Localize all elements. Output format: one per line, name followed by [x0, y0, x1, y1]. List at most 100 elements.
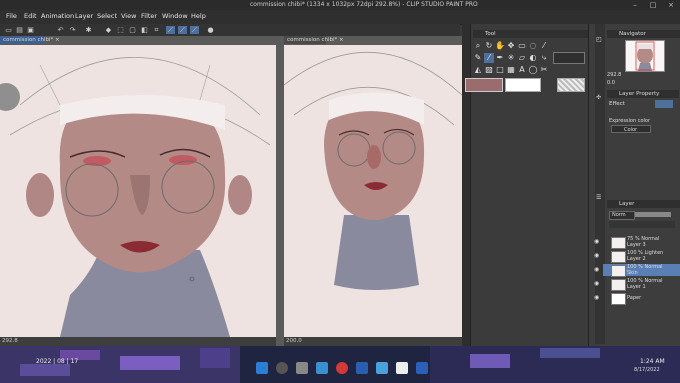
menu-edit[interactable]: Edit [24, 12, 37, 20]
close-button[interactable]: × [662, 0, 680, 10]
layer-name: Layer 1 [627, 284, 646, 290]
eye-icon[interactable]: ◉ [594, 266, 599, 273]
menu-animation[interactable]: Animation [41, 12, 74, 20]
layer-icon[interactable]: ☰ [596, 194, 601, 201]
zoom-tool-icon[interactable]: ⌕ [473, 41, 483, 51]
menu-file[interactable]: File [6, 12, 17, 20]
correct-line-tool-icon[interactable]: ⤷ [539, 53, 549, 63]
layer-thumbnail [611, 265, 626, 277]
layer-row[interactable]: ◉ 75 % Normal Layer 3 [594, 236, 680, 249]
figure-tool-icon[interactable]: □ [495, 65, 505, 75]
move-tool-icon[interactable]: ✥ [506, 41, 516, 51]
canvas-left[interactable] [0, 45, 276, 337]
navigator-icon[interactable]: ◰ [596, 36, 602, 43]
open-icon[interactable]: ▤ [15, 26, 24, 34]
fill-icon[interactable]: ◆ [104, 26, 113, 34]
clock-time[interactable]: 1:24 AM [640, 358, 665, 365]
browser-icon[interactable] [316, 362, 328, 374]
transform-icon[interactable]: ⬚ [116, 26, 125, 34]
hand-tool-icon[interactable]: ✋ [495, 41, 505, 51]
layer-name: Skin [627, 270, 638, 276]
menu-window[interactable]: Window [162, 12, 188, 20]
menu-help[interactable]: Help [191, 12, 206, 20]
menu-view[interactable]: View [121, 12, 136, 20]
layer-thumbnail [611, 251, 626, 263]
snap-grid-icon[interactable]: ⟋ [190, 26, 199, 34]
brush-tool-icon[interactable]: ⁄ [484, 53, 494, 63]
clip-studio-icon[interactable] [396, 362, 408, 374]
layer-row[interactable]: ◉ 100 % Lighten Layer 2 [594, 250, 680, 263]
menu-layer[interactable]: Layer [75, 12, 93, 20]
panel-collapse-strip[interactable] [462, 24, 470, 346]
lasso-tool-icon[interactable]: ◌ [528, 41, 538, 51]
redo-icon[interactable]: ↷ [68, 26, 77, 34]
undo-icon[interactable]: ↶ [56, 26, 65, 34]
blend-tool-icon[interactable]: ◐ [528, 53, 538, 63]
color-icon[interactable]: ● [206, 26, 215, 34]
tab-document-right[interactable]: commission chibi* × [284, 36, 344, 44]
main-color-swatch[interactable] [465, 78, 503, 92]
canvas-right[interactable] [284, 45, 462, 337]
maximize-button[interactable]: □ [644, 0, 662, 10]
zoom-readout[interactable]: 292.8 [2, 338, 18, 344]
eye-icon[interactable]: ◉ [594, 252, 599, 259]
transparent-color-swatch[interactable] [557, 78, 585, 92]
mail-icon[interactable] [376, 362, 388, 374]
text-tool-icon[interactable]: A [517, 65, 527, 75]
crop-icon[interactable]: ⌗ [152, 26, 161, 34]
layer-name: Layer 3 [627, 242, 646, 248]
save-icon[interactable]: ▣ [26, 26, 35, 34]
eye-icon[interactable]: ◉ [594, 280, 599, 287]
pen-tool-icon[interactable]: ✎ [473, 53, 483, 63]
layer-property-header: Layer Property [607, 90, 679, 98]
command-bar: ▭ ▤ ▣ ↶ ↷ ✱ ◆ ⬚ ▢ ◧ ⌗ ⟋ ⟋ ⟋ ● [0, 24, 460, 36]
expression-color-select[interactable]: Color [611, 125, 651, 133]
layer-thumbnail [611, 293, 626, 305]
snap-special-ruler-icon[interactable]: ⟋ [178, 26, 187, 34]
eye-icon[interactable]: ◉ [594, 238, 599, 245]
blend-mode-value: Norm [612, 212, 626, 218]
opacity-slider[interactable] [635, 212, 671, 217]
snap-ruler-icon[interactable]: ⟋ [166, 26, 175, 34]
layer-row[interactable]: ◉ Paper [594, 292, 680, 305]
ruler-tool-icon[interactable]: ✂ [539, 65, 549, 75]
sub-color-swatch[interactable] [505, 78, 541, 92]
word-icon[interactable] [416, 362, 428, 374]
navigator-angle[interactable]: 0.0 [607, 80, 615, 86]
taskbar: 2022 | 08 | 17 1:24 AM 8/17/2022 [0, 346, 680, 383]
effect-toggle[interactable] [655, 100, 673, 108]
task-view-icon[interactable] [296, 362, 308, 374]
decoration-tool-icon[interactable]: ✳ [506, 53, 516, 63]
fill-tool-icon[interactable]: ◭ [473, 65, 483, 75]
chrome-icon[interactable] [336, 362, 348, 374]
invert-selection-icon[interactable]: ◧ [140, 26, 149, 34]
rotate-tool-icon[interactable]: ↻ [484, 41, 494, 51]
navigator-preview[interactable] [625, 40, 665, 72]
search-icon[interactable] [276, 362, 288, 374]
store-icon[interactable] [356, 362, 368, 374]
blend-mode-select[interactable]: Norm [609, 211, 635, 220]
menu-select[interactable]: Select [97, 12, 117, 20]
select-tool-icon[interactable]: ▭ [517, 41, 527, 51]
layer-row-selected[interactable]: ◉ 100 % Normal Skin [594, 264, 680, 277]
airbrush-tool-icon[interactable]: ✒ [495, 53, 505, 63]
clear-icon[interactable]: ✱ [84, 26, 93, 34]
new-file-icon[interactable]: ▭ [4, 26, 13, 34]
subtool-preview [553, 52, 585, 64]
eye-icon[interactable]: ◉ [594, 294, 599, 301]
start-icon[interactable] [256, 362, 268, 374]
clock-date[interactable]: 8/17/2022 [634, 367, 660, 373]
eyedropper-tool-icon[interactable]: ⁄ [539, 41, 549, 51]
layer-row[interactable]: ◉ 100 % Normal Layer 1 [594, 278, 680, 291]
zoom-readout[interactable]: 200.0 [286, 338, 302, 344]
eraser-tool-icon[interactable]: ▱ [517, 53, 527, 63]
minimize-button[interactable]: – [626, 0, 644, 10]
navigator-zoom[interactable]: 292.8 [607, 72, 621, 78]
gradient-tool-icon[interactable]: ▨ [484, 65, 494, 75]
layer-property-icon[interactable]: ✣ [596, 94, 601, 101]
deselect-icon[interactable]: ▢ [128, 26, 137, 34]
frame-tool-icon[interactable]: ▦ [506, 65, 516, 75]
balloon-tool-icon[interactable]: ◯ [528, 65, 538, 75]
tab-document-left[interactable]: commission chibi* × [0, 36, 60, 44]
menu-filter[interactable]: Filter [141, 12, 157, 20]
